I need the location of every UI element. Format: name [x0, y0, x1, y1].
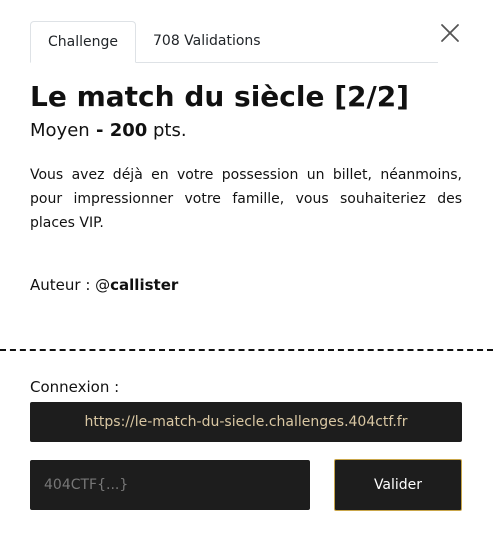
- points-unit: pts.: [147, 120, 187, 141]
- tab-challenge[interactable]: Challenge: [30, 21, 136, 63]
- challenge-title: Le match du siècle [2/2]: [30, 80, 410, 113]
- meta-separator: -: [89, 120, 110, 141]
- tab-challenge-label: Challenge: [48, 34, 118, 50]
- difficulty-label: Moyen: [30, 120, 90, 141]
- author-label: Auteur : @: [30, 276, 111, 294]
- connection-label: Connexion :: [30, 378, 120, 396]
- author-name: callister: [110, 276, 179, 294]
- close-button[interactable]: [437, 20, 463, 46]
- tab-validations-label: 708 Validations: [153, 33, 261, 49]
- submit-button[interactable]: Valider: [334, 459, 462, 511]
- tab-bar: Challenge 708 Validations: [30, 21, 438, 63]
- challenge-meta: Moyen - 200 pts.: [30, 120, 187, 141]
- tab-validations[interactable]: 708 Validations: [152, 21, 262, 62]
- challenge-author: Auteur : @callister: [30, 276, 178, 294]
- section-divider: [0, 349, 493, 351]
- flag-input[interactable]: [30, 460, 310, 510]
- close-icon: [441, 24, 459, 42]
- connection-url[interactable]: https://le-match-du-siecle.challenges.40…: [30, 402, 462, 442]
- points-value: 200: [109, 120, 148, 141]
- challenge-modal: Challenge 708 Validations Le match du si…: [0, 0, 493, 535]
- challenge-description: Vous avez déjà en votre possession un bi…: [30, 167, 462, 231]
